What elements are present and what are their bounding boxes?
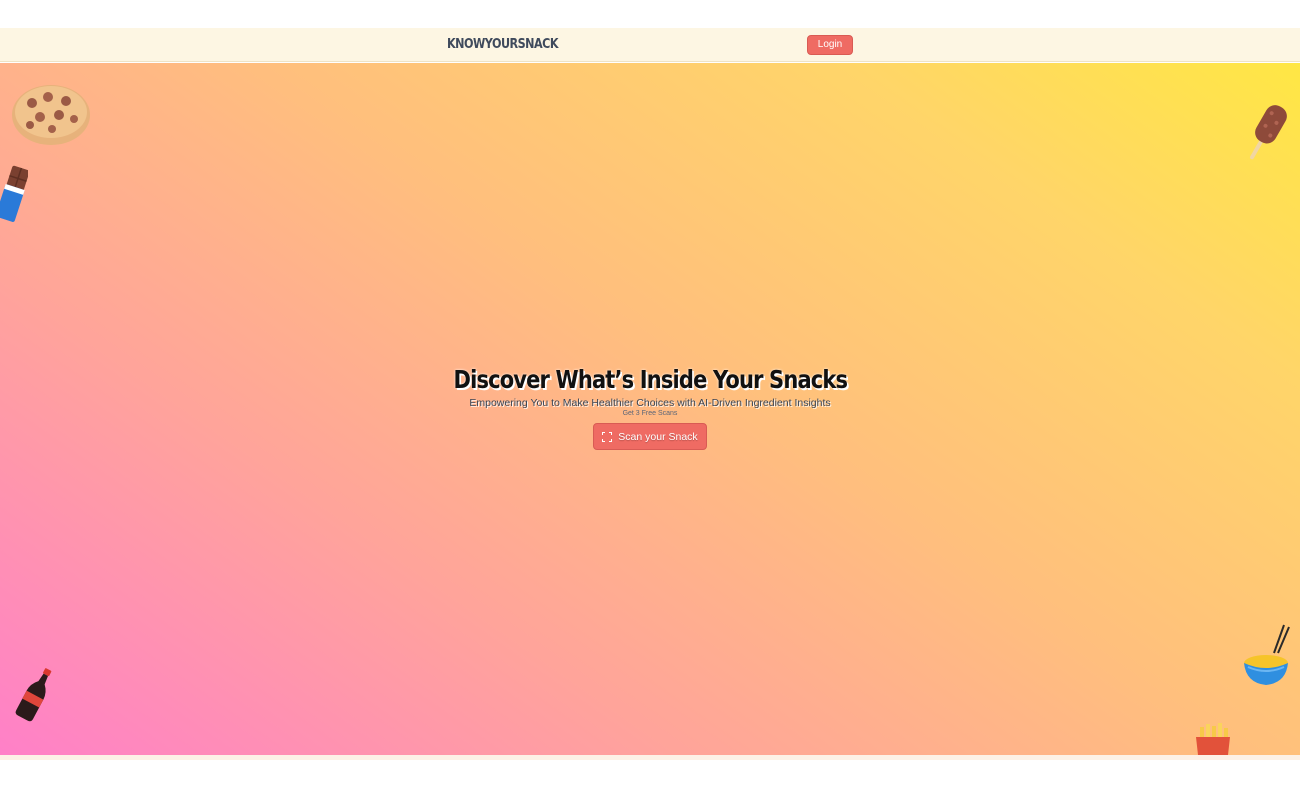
free-scans-note: Get 3 Free Scans	[622, 410, 678, 417]
hero-section: Discover What’s Inside Your Snacks Empow…	[0, 63, 1300, 755]
chocolate-bar-icon	[0, 165, 28, 222]
scan-snack-label: Scan your Snack	[618, 430, 698, 443]
fries-icon	[1196, 723, 1230, 755]
noodle-bowl-icon	[1244, 624, 1290, 685]
navbar: KNOWYOURSNACK Login	[0, 28, 1300, 62]
login-button[interactable]: Login	[807, 35, 853, 55]
footer-strip	[0, 755, 1300, 760]
cookie-icon	[12, 85, 90, 145]
hero-title: Discover What’s Inside Your Snacks	[453, 365, 848, 394]
scan-snack-button[interactable]: Scan your Snack	[593, 423, 707, 450]
page: KNOWYOURSNACK Login Discover What’s Insi…	[0, 0, 1300, 788]
hero-content: Discover What’s Inside Your Snacks Empow…	[0, 365, 1300, 450]
scan-frame-icon	[602, 431, 613, 442]
popsicle-icon	[1250, 105, 1287, 160]
cola-bottle-icon	[15, 668, 52, 722]
brand-logo[interactable]: KNOWYOURSNACK	[447, 37, 558, 52]
hero-subtitle: Empowering You to Make Healthier Choices…	[469, 397, 831, 409]
